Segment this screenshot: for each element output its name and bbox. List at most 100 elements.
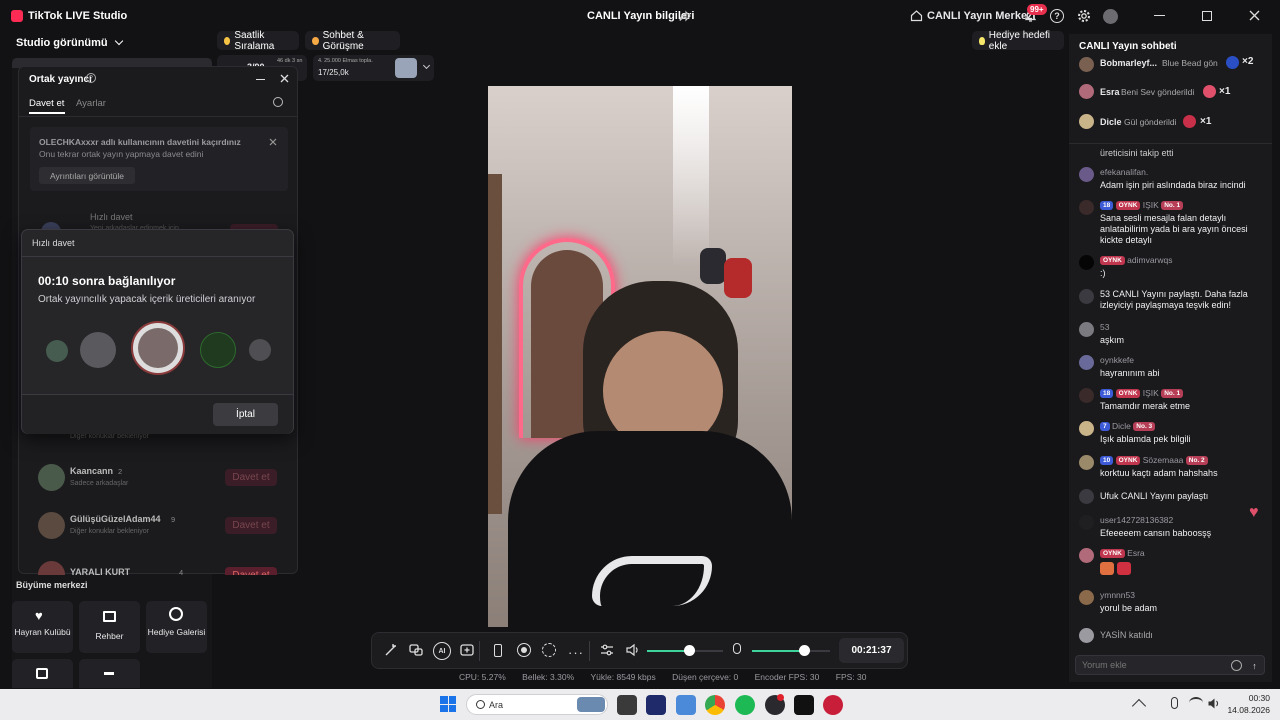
view-details-button[interactable]: Ayrıntıları görüntüle	[39, 167, 135, 184]
chat-username[interactable]: IŞIK	[1143, 200, 1159, 210]
chat-username[interactable]: ymnnn53	[1100, 590, 1267, 600]
fan-badge: OYNK	[1100, 549, 1125, 559]
profile-avatar[interactable]	[1103, 9, 1118, 24]
missed-invite-card: OLECHKAxxxr adlı kullanıcının davetini k…	[30, 127, 288, 191]
book-icon	[103, 611, 116, 622]
invite-button[interactable]: Davet et	[225, 567, 277, 575]
invite-button[interactable]: Davet et	[225, 469, 277, 486]
volume-slider-handle[interactable]	[684, 645, 695, 656]
fan-club-tile[interactable]: ♥ Hayran Kulübü	[12, 601, 73, 653]
chat-username[interactable]: efekanalifan.	[1100, 167, 1267, 177]
chat-username[interactable]: Dicle	[1112, 421, 1131, 431]
speaker-icon[interactable]	[625, 643, 640, 657]
comment-input[interactable]	[1082, 658, 1222, 672]
fan-badge: OYNK	[1100, 256, 1125, 266]
cpu-stat: CPU: 5.27%	[459, 672, 506, 682]
clock-date[interactable]: 14.08.2026	[1218, 705, 1270, 715]
chat-message-text: korktuu kaçtı adam hahshahs	[1100, 468, 1218, 479]
gift-gallery-tile[interactable]: Hediye Galerisi	[146, 601, 207, 653]
share-icon	[1079, 289, 1094, 304]
calendar-tile[interactable]	[12, 659, 73, 688]
microphone-icon[interactable]	[1171, 697, 1178, 709]
more-icon[interactable]: ···	[568, 645, 584, 660]
avatar	[38, 512, 65, 539]
gift-goal-label: Hediye hedefi ekle	[988, 29, 1050, 52]
adjust-icon[interactable]	[600, 643, 614, 657]
searching-text: Ortak yayıncılık yapacak içerik üreticil…	[38, 294, 256, 305]
translate-icon[interactable]	[408, 642, 426, 660]
comment-input-box[interactable]: ↑	[1075, 655, 1265, 675]
chat-username[interactable]: user142728136382	[1100, 515, 1267, 525]
countdown-title: 00:10 sonra bağlanılıyor	[38, 274, 176, 288]
emoji-icon[interactable]	[1231, 660, 1242, 671]
search-icon[interactable]	[273, 97, 283, 107]
chat-username[interactable]: adimvarwqs	[1127, 255, 1172, 265]
chat-username[interactable]: IŞIK	[1143, 388, 1159, 398]
chevron-up-icon[interactable]	[1131, 698, 1147, 714]
minimize-icon[interactable]	[256, 79, 265, 81]
task-view-icon[interactable]	[617, 695, 637, 715]
gift-goal-button[interactable]: Hediye hedefi ekle	[972, 29, 1064, 52]
taskbar-search-label: Ara	[489, 700, 504, 710]
media-player-icon[interactable]	[823, 695, 843, 715]
live-center-link[interactable]: CANLI Yayın Merkezi	[927, 10, 1036, 22]
magic-wand-icon[interactable]	[383, 642, 401, 660]
help-icon[interactable]: ?	[1050, 9, 1064, 23]
diamond-goal-widget[interactable]: 4. 25.000 Elmas topla. 17/25,0k	[313, 55, 434, 81]
record-icon[interactable]	[517, 643, 531, 657]
close-icon[interactable]	[280, 74, 289, 83]
close-window-icon[interactable]	[1249, 10, 1260, 21]
chat-username[interactable]: oynkkefe	[1100, 355, 1267, 365]
microphone-icon[interactable]	[733, 643, 741, 654]
avatar	[1079, 628, 1094, 643]
dialog-header: Hızlı davet	[32, 238, 75, 248]
chat-message: 18 OYNK IŞIK No. 1 Tamamdır merak etme	[1079, 388, 1267, 412]
tiktok-icon[interactable]	[794, 695, 814, 715]
chat-message: user142728136382 Efeeeeem cansın baboosş…	[1079, 515, 1267, 539]
after-effects-icon[interactable]	[646, 695, 666, 715]
tab-invite[interactable]: Davet et	[29, 98, 64, 109]
info-icon[interactable]: ?	[86, 73, 96, 83]
boxing-glove-left	[700, 248, 726, 284]
portrait-mode-icon[interactable]	[494, 644, 502, 657]
home-icon[interactable]	[910, 9, 923, 22]
onedrive-icon[interactable]	[676, 695, 696, 715]
chat-message: YASİN katıldı	[1079, 628, 1267, 643]
clock-time[interactable]: 00:30	[1228, 693, 1270, 703]
chat-message-text: YASİN katıldı	[1100, 630, 1153, 640]
gift-multiplier: ×2	[1242, 56, 1254, 67]
chevron-down-icon[interactable]	[422, 61, 431, 70]
ranking-tile[interactable]	[79, 659, 140, 688]
share-icon[interactable]	[679, 10, 691, 22]
studio-view-dropdown[interactable]: Studio görünümü	[16, 36, 123, 49]
avatar	[1079, 255, 1094, 270]
chat-username[interactable]: 53	[1100, 322, 1267, 332]
add-source-icon[interactable]	[459, 642, 477, 660]
windows-start-icon[interactable]	[440, 696, 456, 712]
settings-icon[interactable]	[1077, 9, 1091, 23]
send-arrow-icon[interactable]: ↑	[1248, 659, 1261, 672]
diamond-goal-label: 4. 25.000 Elmas topla.	[318, 58, 373, 64]
chat-message-text: Adam işin piri aslındada biraz incindi	[1100, 180, 1246, 190]
chrome-icon[interactable]	[705, 695, 725, 715]
chat-username[interactable]: Sözemaaa	[1143, 455, 1184, 465]
spotify-icon[interactable]	[735, 695, 755, 715]
ai-icon[interactable]: AI	[433, 642, 451, 660]
chat-meet-button[interactable]: Sohbet & Görüşme	[305, 30, 400, 52]
hourly-rank-button[interactable]: Saatlik Sıralama	[217, 30, 299, 52]
tab-settings[interactable]: Ayarlar	[76, 98, 106, 109]
wifi-icon[interactable]	[1189, 697, 1203, 709]
maximize-icon[interactable]	[1202, 11, 1212, 21]
chat-username[interactable]: Esra	[1127, 548, 1144, 558]
divider	[479, 641, 480, 661]
cancel-button[interactable]: İptal	[213, 403, 278, 426]
mic-slider-handle[interactable]	[799, 645, 810, 656]
candidate-avatar	[46, 340, 68, 362]
screenshot-icon[interactable]	[542, 643, 556, 657]
minimize-icon[interactable]	[1154, 15, 1165, 17]
cohost-name: YARALI KURT	[70, 567, 131, 575]
taskbar-search-box[interactable]: Ara	[466, 694, 608, 715]
guide-tile[interactable]: Rehber	[79, 601, 140, 653]
invite-button[interactable]: Davet et	[225, 517, 277, 534]
close-icon[interactable]	[269, 138, 277, 146]
